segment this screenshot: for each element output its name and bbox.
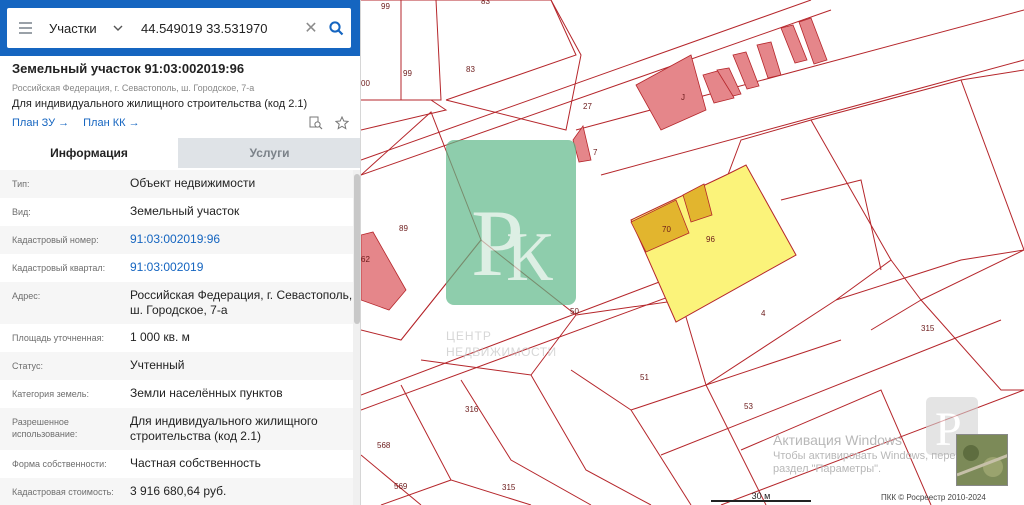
parcel-label: J xyxy=(681,93,685,102)
property-row: Форма собственности: Частная собственност… xyxy=(0,450,353,478)
map-copyright: ПКК © Росреестр 2010-2024 xyxy=(881,493,986,502)
property-label: Площадь уточненная: xyxy=(12,333,104,343)
property-label: Категория земель: xyxy=(12,389,89,399)
svg-text:К: К xyxy=(506,219,553,296)
parcel-label: 83 xyxy=(466,65,475,74)
property-value-link[interactable]: 91:03:002019:96 xyxy=(130,232,353,247)
plan-links: План ЗУ → План КК → xyxy=(12,117,140,129)
property-label: Кадастровая стоимость: xyxy=(12,487,114,497)
properties-list: Тип: Объект недвижимости Вид: Земельный уча… xyxy=(0,170,353,505)
property-row: Адрес: Российская Федерация, г. Севастопо… xyxy=(0,282,353,324)
property-row: Кадастровая стоимость: 3 916 680,64 руб. xyxy=(0,478,353,505)
header-actions xyxy=(309,115,350,135)
map-canvas[interactable]: Р К ЦЕНТР НЕДВИЖИМОСТИ Р 99 99 83 83 00 … xyxy=(361,0,1024,505)
plan-kk-link[interactable]: План КК → xyxy=(83,117,139,129)
parcel-label: 51 xyxy=(640,373,649,382)
tab-services[interactable]: Услуги xyxy=(178,138,360,168)
object-address: Российская Федерация, г. Севастополь, ш.… xyxy=(12,83,255,93)
property-label: Статус: xyxy=(12,361,43,371)
parcel-label: 99 xyxy=(403,69,412,78)
parcel-label: 27 xyxy=(583,102,592,111)
property-row: Тип: Объект недвижимости xyxy=(0,170,353,198)
parcel-label: 70 xyxy=(662,225,671,234)
object-use: Для индивидуального жилищного строительс… xyxy=(12,98,308,110)
search-input[interactable]: 44.549019 33.531970 xyxy=(141,21,301,36)
star-icon[interactable] xyxy=(334,115,350,135)
parcel-label: 83 xyxy=(481,0,490,6)
property-value: Российская Федерация, г. Севастополь, ш.… xyxy=(130,288,353,317)
scrollbar-thumb[interactable] xyxy=(354,174,360,324)
property-label: Форма собственности: xyxy=(12,459,107,469)
cadastral-map[interactable]: Р К ЦЕНТР НЕДВИЖИМОСТИ Р 99 99 83 83 00 … xyxy=(361,0,1024,505)
parcel-label: 315 xyxy=(502,483,516,492)
property-label: Кадастровый квартал: xyxy=(12,263,106,273)
property-row: Категория земель: Земли населённых пункто… xyxy=(0,380,353,408)
parcel-label: 315 xyxy=(921,324,935,333)
document-search-icon[interactable] xyxy=(309,116,323,135)
property-row: Кадастровый квартал: 91:03:002019 xyxy=(0,254,353,282)
property-row: Кадастровый номер: 91:03:002019:96 xyxy=(0,226,353,254)
close-icon[interactable]: ✕ xyxy=(301,18,321,38)
parcel-label: 53 xyxy=(744,402,753,411)
minimap-image xyxy=(957,435,1007,485)
chevron-down-icon[interactable] xyxy=(109,8,127,48)
search-box: Участки 44.549019 33.531970 ✕ xyxy=(7,8,351,48)
info-panel: Участки 44.549019 33.531970 ✕ Земельный … xyxy=(0,0,361,505)
parcel-label: 00 xyxy=(361,79,370,88)
watermark: Р К ЦЕНТР НЕДВИЖИМОСТИ xyxy=(446,140,576,359)
layer-select[interactable]: Участки xyxy=(49,21,109,36)
plan-zu-link[interactable]: План ЗУ → xyxy=(12,117,69,129)
minimap-thumbnail[interactable] xyxy=(956,434,1008,486)
parcel-label: 4 xyxy=(761,309,766,318)
property-label: Кадастровый номер: xyxy=(12,235,99,245)
parcel-label: 62 xyxy=(361,255,370,264)
object-title: Земельный участок 91:03:002019:96 xyxy=(12,61,245,76)
property-label: Вид: xyxy=(12,207,31,217)
watermark-text-1: ЦЕНТР xyxy=(446,329,492,343)
parcel-label: 316 xyxy=(465,405,479,414)
parcel-label: 568 xyxy=(377,441,391,450)
property-label: Адрес: xyxy=(12,291,41,301)
object-header: Земельный участок 91:03:002019:96 Россий… xyxy=(12,61,352,110)
property-row: Вид: Земельный участок xyxy=(0,198,353,226)
parcel-label: 7 xyxy=(593,148,598,157)
property-row: Статус: Учтенный xyxy=(0,352,353,380)
property-label: Разрешенное использование: xyxy=(12,417,78,439)
property-row: Разрешенное использование: Для индивидуал… xyxy=(0,408,353,450)
property-value: Земли населённых пунктов xyxy=(130,386,283,400)
parcel-label: 99 xyxy=(381,2,390,11)
search-bar: Участки 44.549019 33.531970 ✕ xyxy=(0,0,360,56)
watermark-text-2: НЕДВИЖИМОСТИ xyxy=(446,345,557,359)
parcel-label: 50 xyxy=(570,307,579,316)
property-value: Учтенный xyxy=(130,358,185,372)
tab-bar: Информация Услуги xyxy=(0,138,360,168)
scale-bar xyxy=(711,500,811,502)
parcel-label: 569 xyxy=(394,482,408,491)
property-value: 1 000 кв. м xyxy=(130,330,190,344)
parcel-label: 96 xyxy=(706,235,715,244)
property-value: Для индивидуального жилищного строительс… xyxy=(130,414,318,443)
tab-information[interactable]: Информация xyxy=(0,138,178,168)
parcel-label: 89 xyxy=(399,224,408,233)
property-value: Объект недвижимости xyxy=(130,176,256,190)
search-icon[interactable] xyxy=(321,8,351,48)
menu-icon[interactable] xyxy=(7,8,43,48)
scrollbar[interactable] xyxy=(353,170,360,505)
property-row: Площадь уточненная: 1 000 кв. м xyxy=(0,324,353,352)
property-value-link[interactable]: 91:03:002019 xyxy=(130,260,353,275)
property-label: Тип: xyxy=(12,179,30,189)
property-value: Частная собственность xyxy=(130,456,261,470)
property-value: Земельный участок xyxy=(130,204,240,218)
property-value: 3 916 680,64 руб. xyxy=(130,484,227,498)
